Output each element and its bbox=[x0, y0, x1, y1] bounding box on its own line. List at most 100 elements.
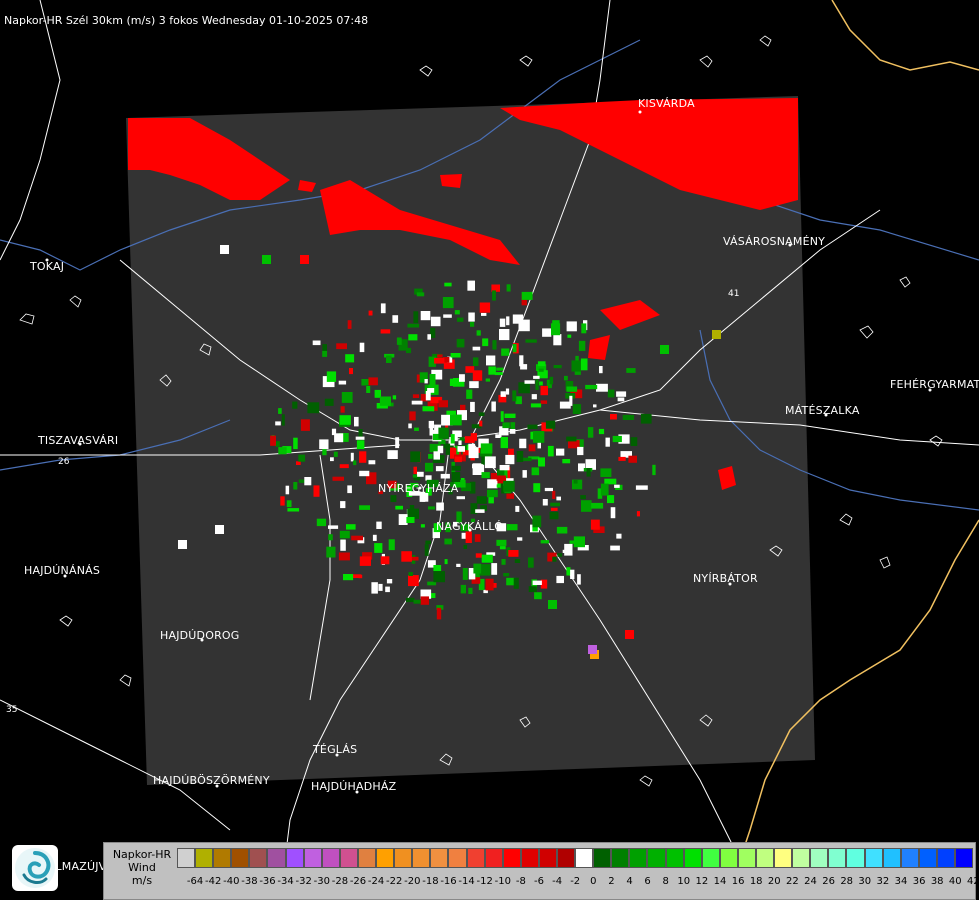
city-label-nyirbator: NYÍRBÁTOR bbox=[693, 572, 758, 585]
radar-echo bbox=[535, 379, 539, 390]
city-label-mateszalka: MÁTÉSZALKA bbox=[785, 404, 860, 417]
legend-swatch bbox=[882, 848, 901, 868]
legend-tick-label: -36 bbox=[259, 876, 276, 887]
radar-echo bbox=[610, 507, 616, 519]
radar-echo bbox=[396, 337, 402, 345]
radar-echo bbox=[349, 368, 353, 375]
radar-echo bbox=[512, 344, 517, 353]
radar-echo bbox=[353, 460, 357, 466]
legend-swatch bbox=[339, 848, 358, 868]
radar-echo bbox=[359, 470, 370, 477]
radar-echo bbox=[487, 489, 498, 498]
radar-echo bbox=[598, 428, 605, 435]
radar-echo bbox=[278, 447, 287, 455]
radar-echo bbox=[296, 461, 301, 465]
legend-swatch bbox=[502, 848, 521, 868]
radar-echo bbox=[533, 375, 540, 379]
radar-echo bbox=[506, 524, 518, 531]
legend-tick-label: -32 bbox=[295, 876, 312, 887]
legend-swatch bbox=[412, 848, 431, 868]
radar-echo bbox=[330, 457, 334, 462]
radar-echo bbox=[548, 600, 557, 609]
radar-echo bbox=[178, 540, 187, 549]
radar-echo bbox=[343, 574, 354, 581]
radar-echo bbox=[372, 534, 377, 541]
legend-swatch bbox=[538, 848, 557, 868]
legend-swatch bbox=[936, 848, 956, 868]
radar-echo bbox=[610, 545, 620, 551]
legend-title-line3: m/s bbox=[131, 874, 153, 887]
radar-echo bbox=[610, 414, 617, 420]
radar-echo bbox=[470, 401, 475, 412]
radar-echo bbox=[454, 456, 462, 463]
radar-echo bbox=[354, 416, 359, 427]
radar-echo bbox=[540, 400, 548, 404]
legend-tick-label: -8 bbox=[515, 876, 526, 887]
radar-echo bbox=[420, 524, 425, 528]
radar-echo bbox=[433, 565, 442, 571]
radar-echo bbox=[571, 360, 581, 372]
radar-echo bbox=[409, 411, 416, 421]
radar-echo bbox=[514, 559, 521, 563]
radar-echo bbox=[569, 395, 573, 406]
radar-echo bbox=[506, 316, 510, 326]
legend-tick-label: 16 bbox=[731, 876, 745, 887]
radar-echo bbox=[339, 530, 350, 539]
radar-echo bbox=[407, 323, 420, 328]
radar-echo bbox=[341, 392, 353, 403]
radar-echo bbox=[338, 552, 350, 561]
radar-echo bbox=[476, 330, 481, 336]
radar-echo bbox=[492, 290, 496, 301]
legend-swatch bbox=[900, 848, 919, 868]
radar-echo bbox=[386, 355, 392, 363]
legend-swatch bbox=[394, 848, 413, 868]
radar-echo bbox=[388, 539, 395, 551]
radar-echo bbox=[499, 546, 506, 550]
legend-tick-label: 12 bbox=[695, 876, 709, 887]
radar-echo bbox=[339, 464, 349, 469]
radar-echo bbox=[499, 329, 510, 341]
radar-echo bbox=[636, 511, 640, 517]
road-number-41: 41 bbox=[728, 289, 739, 299]
city-label-nyiregyhaza: NYÍREGYHÁZA bbox=[378, 482, 459, 495]
radar-echo bbox=[533, 483, 541, 493]
radar-echo bbox=[612, 435, 622, 443]
radar-echo bbox=[467, 280, 475, 291]
radar-echo bbox=[486, 355, 496, 366]
legend-swatch bbox=[357, 848, 377, 868]
radar-echo bbox=[474, 534, 481, 542]
legend-tick-label: 34 bbox=[894, 876, 908, 887]
radar-echo bbox=[491, 401, 496, 412]
radar-echo bbox=[366, 386, 371, 393]
radar-echo bbox=[533, 431, 545, 443]
radar-echo bbox=[450, 414, 462, 426]
radar-echo bbox=[433, 451, 440, 460]
legend-tick-label: 24 bbox=[804, 876, 817, 887]
radar-echo bbox=[387, 450, 398, 459]
radar-echo bbox=[481, 554, 493, 563]
radar-echo bbox=[412, 394, 420, 398]
radar-echo bbox=[614, 484, 620, 488]
radar-echo bbox=[459, 374, 465, 382]
radar-echo bbox=[500, 391, 506, 397]
radar-echo bbox=[470, 433, 477, 441]
radar-echo bbox=[422, 406, 435, 412]
radar-echo bbox=[392, 395, 397, 400]
radar-echo bbox=[380, 329, 391, 334]
radar-echo bbox=[573, 536, 585, 548]
radar-echo bbox=[215, 525, 224, 534]
legend-tick-label: -40 bbox=[223, 876, 240, 887]
legend-swatch bbox=[792, 848, 811, 868]
radar-echo bbox=[519, 438, 527, 449]
radar-echo bbox=[413, 466, 417, 474]
radar-echo bbox=[600, 483, 609, 496]
radar-echo bbox=[334, 433, 344, 443]
radar-echo bbox=[468, 587, 473, 594]
radar-echo bbox=[518, 382, 530, 394]
radar-echo bbox=[496, 539, 507, 546]
radar-echo bbox=[368, 310, 373, 316]
radar-echo bbox=[376, 521, 382, 529]
radar-echo bbox=[339, 415, 351, 425]
radar-echo bbox=[410, 451, 421, 463]
radar-echo bbox=[443, 314, 452, 318]
